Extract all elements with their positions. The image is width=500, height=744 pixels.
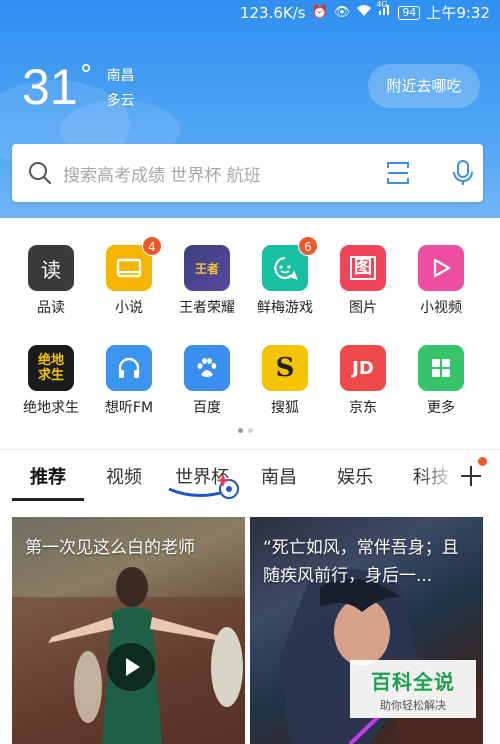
sohu-icon: S [262,345,308,391]
play-triangle-icon [418,245,464,291]
alarm-icon: ⏰ [311,4,328,20]
home-page: 123.6K/s ⏰ 👁 4G 94 上午9:32 31 ° 南昌 多云 附近去… [0,0,500,744]
news-tabs: 推荐 视频 世界杯 南昌 娱乐 科技 [0,452,500,502]
app-pictures[interactable]: 图 图片 [324,245,402,317]
app-fm[interactable]: 想听FM [90,345,168,417]
notification-badge: 6 [298,236,318,256]
app-jd[interactable]: JD 京东 [324,345,402,417]
game-face-icon: 6 [262,236,318,291]
temperature: 31 [22,59,78,115]
app-game[interactable]: 6 鲜梅游戏 [246,236,324,317]
app-label: 京东 [349,400,377,416]
app-label: 鲜梅游戏 [257,300,313,316]
nearby-food-button[interactable]: 附近去哪吃 [368,64,480,108]
headphones-icon [106,345,152,391]
app-novel[interactable]: 4 小说 [90,236,168,317]
app-label: 图片 [349,300,377,316]
app-label: 绝地求生 [23,400,79,416]
divider [0,449,500,450]
app-sohu[interactable]: S 搜狐 [246,345,324,417]
weather-widget[interactable]: 31 ° 南昌 多云 [22,60,135,114]
app-label: 王者荣耀 [179,300,235,316]
network-speed: 123.6K/s [239,3,306,22]
watermark-title: 百科全说 [371,670,455,694]
degree-symbol: ° [79,60,93,90]
app-pindu[interactable]: 读 品读 [12,245,90,317]
app-label: 想听FM [104,400,154,416]
app-short-video[interactable]: 小视频 [402,245,480,317]
pubg-icon: 绝地 求生 [28,345,74,391]
app-label: 百度 [193,400,221,416]
wifi-icon [356,3,372,23]
watermark-subtitle: 助你轻松解决 [380,699,446,712]
card-title: 第一次见这么白的老师 [25,538,195,558]
app-label: 品读 [37,300,65,316]
signal-type: 4G [376,0,388,9]
page-indicator [238,428,253,433]
pubg-glyph: 绝地 求生 [37,353,64,383]
picture-icon: 图 [340,245,386,291]
search-input[interactable]: 搜索高考成绩 世界杯 航班 [63,161,261,186]
app-more[interactable]: 更多 [402,345,480,417]
page-dot [248,428,253,433]
app-pubg[interactable]: 绝地 求生 绝地求生 [12,345,90,417]
read-icon: 读 [28,245,74,291]
honor-glyph: 王者 [194,261,219,276]
honor-of-kings-icon: 王者 [184,245,230,291]
microphone-icon[interactable] [453,159,473,187]
tabs-fade [418,452,458,502]
app-label: 更多 [427,400,455,416]
notification-badge: 4 [142,236,162,256]
active-tab-indicator [12,498,84,501]
play-button[interactable] [107,643,155,691]
tab-world-cup[interactable]: 世界杯 [168,463,239,499]
paw-icon [184,345,230,391]
weather-condition: 多云 [106,93,135,109]
signal-icon: 4G [376,0,392,23]
status-bar: 123.6K/s ⏰ 👁 4G 94 上午9:32 [0,0,500,24]
scan-icon[interactable] [386,160,410,186]
tab-nanchang[interactable]: 南昌 [261,463,297,489]
app-label: 小视频 [420,300,462,316]
book-icon: 4 [106,236,162,291]
sohu-glyph: S [275,353,295,383]
tab-entertainment[interactable]: 娱乐 [337,463,373,489]
app-label: 小说 [115,300,143,316]
play-icon [126,658,140,676]
city-name: 南昌 [106,68,135,84]
app-label: 搜狐 [271,400,299,416]
new-channel-dot [478,457,487,466]
eye-icon: 👁 [333,4,351,20]
jd-glyph: JD [352,357,374,379]
search-bar[interactable]: 搜索高考成绩 世界杯 航班 [12,144,483,202]
battery-indicator: 94 [398,5,421,20]
page-dot-active [238,428,243,433]
tab-video[interactable]: 视频 [106,463,142,489]
tab-recommend[interactable]: 推荐 [30,463,66,489]
clock: 上午9:32 [426,4,490,22]
read-glyph: 读 [41,257,61,282]
card-title: “死亡如风，常伴吾身；且随疾风前行，身后一... [263,538,459,586]
app-honor-of-kings[interactable]: 王者 王者荣耀 [168,245,246,317]
search-icon [29,162,51,184]
app-baidu[interactable]: 百度 [168,345,246,417]
picture-glyph: 图 [350,256,376,280]
world-cup-ball-icon [168,475,239,499]
more-grid-icon [418,345,464,391]
header: 123.6K/s ⏰ 👁 4G 94 上午9:32 31 ° 南昌 多云 附近去… [0,0,500,218]
jd-icon: JD [340,345,386,391]
watermark: 百科全说 助你轻松解决 [350,660,476,718]
news-card[interactable]: 第一次见这么白的老师 [12,517,245,744]
